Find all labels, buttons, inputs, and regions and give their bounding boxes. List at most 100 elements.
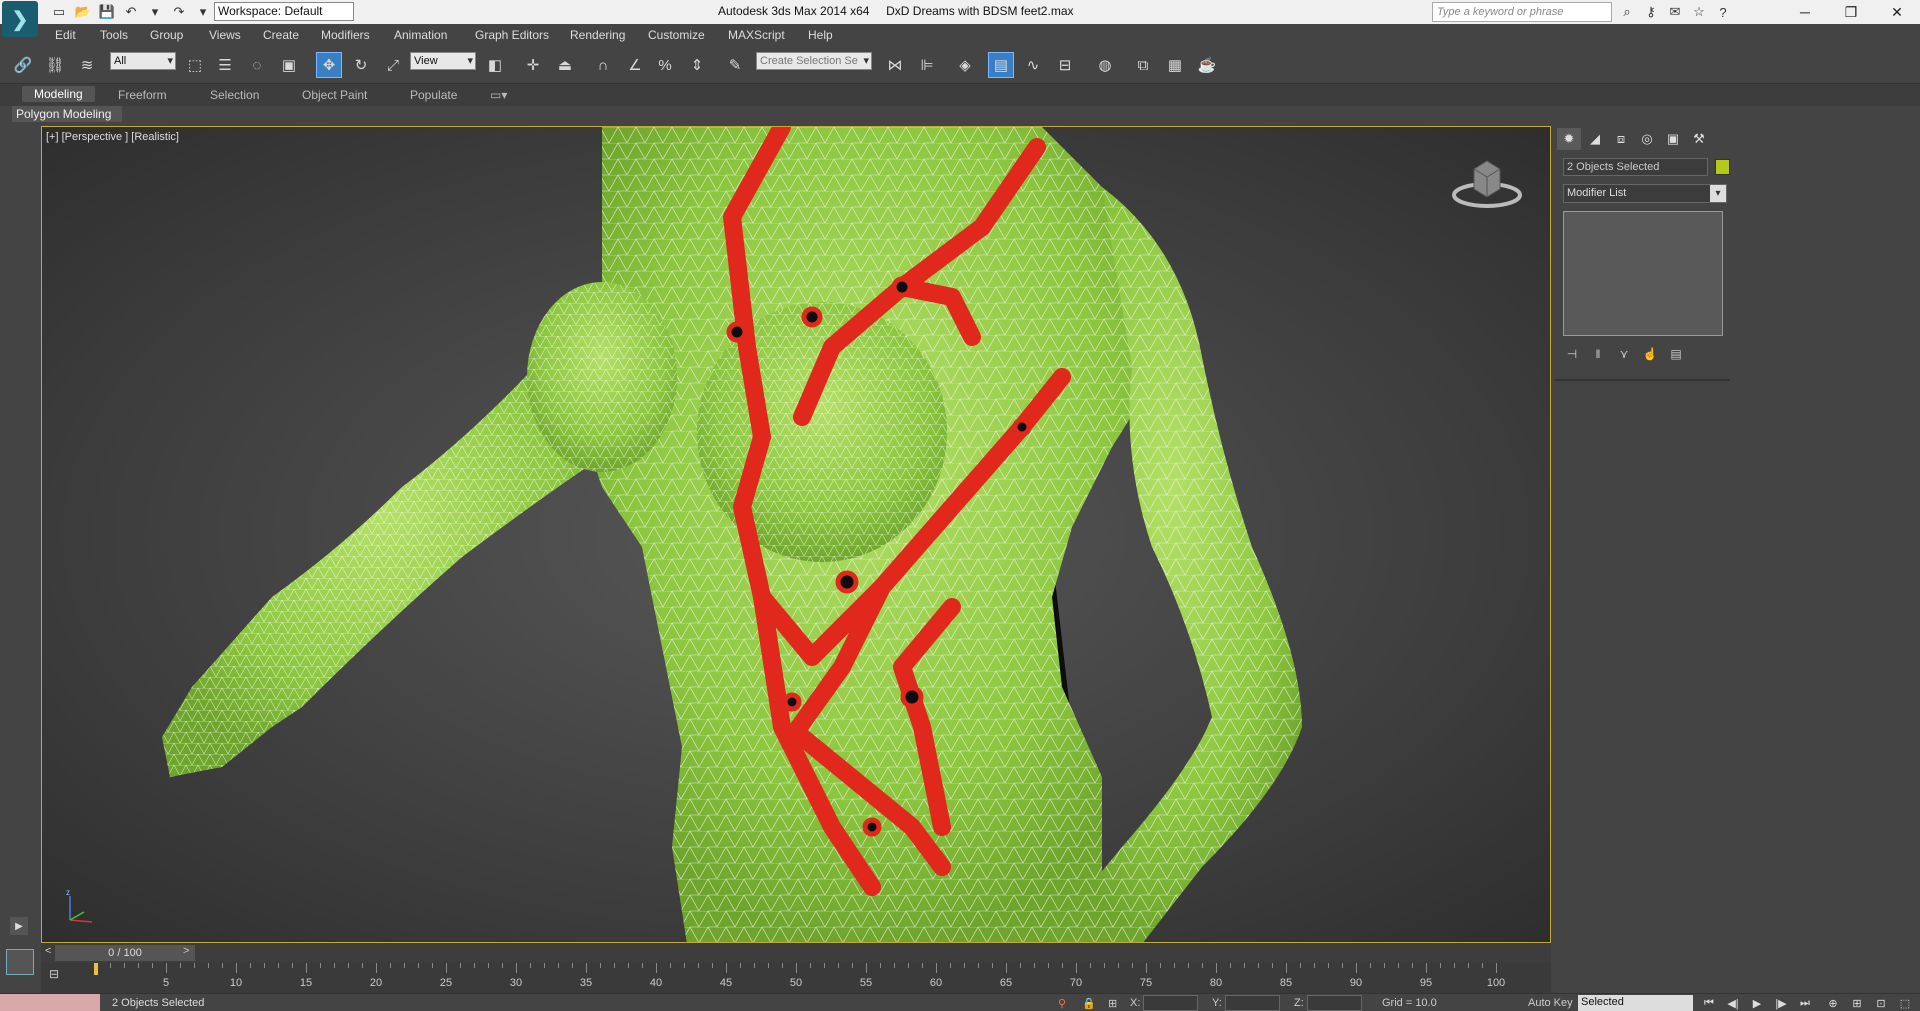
- open-file-icon[interactable]: 📂: [74, 3, 92, 21]
- angle-snap-icon[interactable]: ∠: [622, 52, 648, 78]
- previous-frame-icon[interactable]: ◀|: [1724, 996, 1742, 1010]
- key-filter-dropdown[interactable]: Selected: [1578, 995, 1693, 1011]
- scale-icon[interactable]: ⤢: [380, 52, 406, 78]
- search-input[interactable]: Type a keyword or phrase: [1432, 2, 1612, 22]
- selection-region-icon[interactable]: ◌: [244, 52, 270, 78]
- save-file-icon[interactable]: 💾: [98, 3, 116, 21]
- create-tab-icon[interactable]: ✹: [1557, 128, 1581, 150]
- motion-tab-icon[interactable]: ◎: [1635, 128, 1659, 150]
- reference-coord-dropdown[interactable]: View: [410, 52, 476, 70]
- perspective-viewport[interactable]: [+] [Perspective ] [Realistic] z: [41, 126, 1551, 943]
- utilities-tab-icon[interactable]: ⚒: [1687, 128, 1711, 150]
- unlink-icon[interactable]: ⛓: [42, 52, 68, 78]
- ribbon-options-icon[interactable]: ▭▾: [490, 88, 507, 102]
- select-by-name-icon[interactable]: ☰: [212, 52, 238, 78]
- tab-modeling[interactable]: Modeling: [22, 86, 95, 102]
- menu-tools[interactable]: Tools: [100, 28, 128, 42]
- graphite-toggle-icon[interactable]: ▤: [988, 52, 1014, 78]
- star-icon[interactable]: ☆: [1690, 3, 1708, 21]
- app-logo-icon[interactable]: ❯: [2, 1, 38, 37]
- prev-frame-button[interactable]: <: [45, 945, 51, 957]
- percent-snap-icon[interactable]: %: [652, 52, 678, 78]
- z-coordinate-field[interactable]: [1307, 995, 1362, 1011]
- menu-help[interactable]: Help: [808, 28, 833, 42]
- render-setup-icon[interactable]: ⧉: [1130, 52, 1156, 78]
- menu-create[interactable]: Create: [263, 28, 299, 42]
- isolate-icon[interactable]: ⚲: [1058, 997, 1066, 1010]
- menu-edit[interactable]: Edit: [55, 28, 76, 42]
- zoom-all-icon[interactable]: ⊞: [1848, 996, 1866, 1010]
- lock-selection-icon[interactable]: 🔒: [1082, 997, 1096, 1010]
- window-crossing-icon[interactable]: ▣: [276, 52, 302, 78]
- viewcube-icon[interactable]: [1452, 153, 1522, 213]
- undo-dropdown-icon[interactable]: ▾: [146, 3, 164, 21]
- display-tab-icon[interactable]: ▣: [1661, 128, 1685, 150]
- select-object-icon[interactable]: ⬚: [182, 52, 208, 78]
- expand-icon[interactable]: ▶: [10, 917, 28, 935]
- menu-views[interactable]: Views: [209, 28, 241, 42]
- move-icon[interactable]: ✥: [316, 52, 342, 78]
- tab-freeform[interactable]: Freeform: [118, 88, 167, 102]
- modifier-stack[interactable]: [1563, 211, 1723, 336]
- current-frame-marker[interactable]: [94, 963, 98, 975]
- tab-object-paint[interactable]: Object Paint: [302, 88, 367, 102]
- auto-key-button[interactable]: Auto Key: [1528, 997, 1573, 1009]
- make-unique-icon[interactable]: ⋎: [1615, 345, 1633, 363]
- undo-icon[interactable]: ↶: [122, 3, 140, 21]
- maximize-viewport-icon[interactable]: ⬚: [1896, 996, 1914, 1010]
- pin-stack-icon[interactable]: ⊣: [1563, 345, 1581, 363]
- mirror-icon[interactable]: ⋈: [882, 52, 908, 78]
- communication-icon[interactable]: ✉: [1666, 3, 1684, 21]
- hierarchy-tab-icon[interactable]: ⧈: [1609, 128, 1633, 150]
- rotate-icon[interactable]: ↻: [348, 52, 374, 78]
- workspace-selector[interactable]: Workspace: Default: [214, 2, 354, 21]
- keyboard-shortcut-override-icon[interactable]: ⏏: [552, 52, 578, 78]
- maxscript-listener-icon[interactable]: [6, 949, 34, 975]
- next-frame-icon[interactable]: |▶: [1772, 996, 1790, 1010]
- layer-manager-icon[interactable]: ◈: [952, 52, 978, 78]
- tab-populate[interactable]: Populate: [410, 88, 457, 102]
- named-selection-dropdown[interactable]: Create Selection Se: [756, 52, 872, 70]
- menu-rendering[interactable]: Rendering: [570, 28, 625, 42]
- binoculars-icon[interactable]: ⌕: [1618, 3, 1636, 21]
- menu-animation[interactable]: Animation: [394, 28, 447, 42]
- trackbar-filter-icon[interactable]: ⊟: [49, 967, 59, 981]
- zoom-extents-icon[interactable]: ⊡: [1872, 996, 1890, 1010]
- bind-space-warp-icon[interactable]: ≋: [74, 52, 100, 78]
- time-slider[interactable]: 0 / 100: [55, 945, 195, 961]
- object-color-swatch[interactable]: [1715, 159, 1730, 175]
- schematic-view-icon[interactable]: ⊟: [1052, 52, 1078, 78]
- x-coordinate-field[interactable]: [1143, 995, 1198, 1011]
- align-icon[interactable]: ⊫: [914, 52, 940, 78]
- select-manipulate-icon[interactable]: ✛: [520, 52, 546, 78]
- modifier-list-dropdown[interactable]: Modifier List ▾: [1563, 184, 1727, 203]
- new-file-icon[interactable]: ▭: [50, 3, 68, 21]
- snaps-toggle-icon[interactable]: ∩: [590, 52, 616, 78]
- go-to-end-icon[interactable]: ⏭: [1796, 996, 1814, 1010]
- render-production-icon[interactable]: ☕: [1194, 52, 1220, 78]
- minimize-icon[interactable]: ─: [1782, 0, 1828, 24]
- pivot-center-icon[interactable]: ◧: [482, 52, 508, 78]
- curve-editor-icon[interactable]: ∿: [1020, 52, 1046, 78]
- y-coordinate-field[interactable]: [1225, 995, 1280, 1011]
- close-icon[interactable]: ✕: [1874, 0, 1920, 24]
- play-icon[interactable]: ▶: [1748, 996, 1766, 1010]
- redo-icon[interactable]: ↷: [170, 3, 188, 21]
- maxscript-mini-listener[interactable]: [0, 994, 100, 1011]
- menu-group[interactable]: Group: [150, 28, 183, 42]
- absolute-mode-icon[interactable]: ⊞: [1108, 997, 1117, 1010]
- link-icon[interactable]: 🔗: [10, 52, 36, 78]
- redo-dropdown-icon[interactable]: ▾: [194, 3, 212, 21]
- next-frame-button[interactable]: >: [183, 945, 189, 957]
- material-editor-icon[interactable]: ◍: [1092, 52, 1118, 78]
- menu-customize[interactable]: Customize: [648, 28, 705, 42]
- zoom-icon[interactable]: ⊕: [1824, 996, 1842, 1010]
- key-icon[interactable]: ⚷: [1642, 3, 1660, 21]
- go-to-start-icon[interactable]: ⏮: [1700, 996, 1718, 1010]
- menu-maxscript[interactable]: MAXScript: [728, 28, 785, 42]
- edit-named-selection-icon[interactable]: ✎: [722, 52, 748, 78]
- help-icon[interactable]: ?: [1714, 3, 1732, 21]
- remove-modifier-icon[interactable]: ☝: [1641, 345, 1659, 363]
- selection-filter-dropdown[interactable]: All: [110, 52, 176, 70]
- object-name-field[interactable]: 2 Objects Selected: [1563, 158, 1708, 176]
